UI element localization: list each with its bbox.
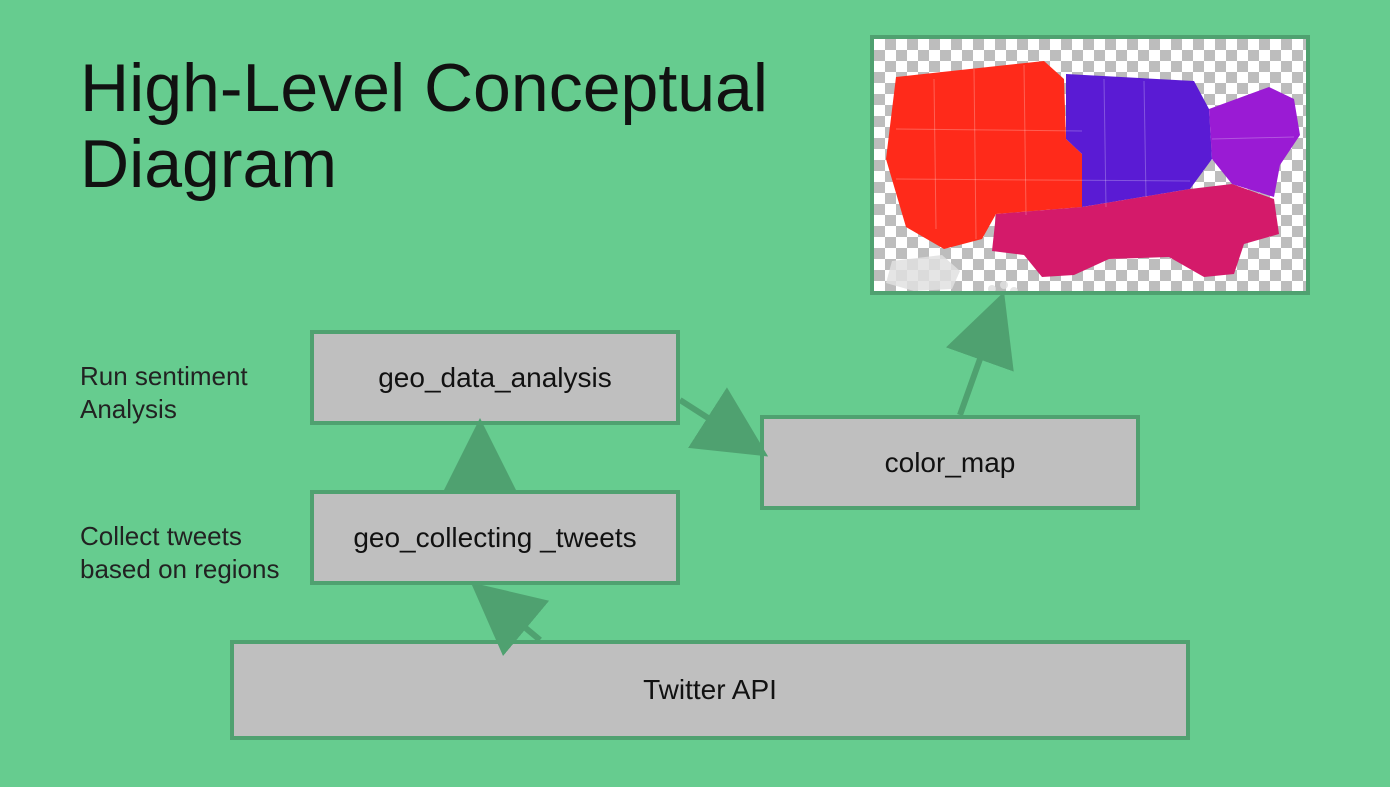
region-hawaii — [988, 281, 1018, 295]
node-geo-collect-label: geo_collecting _tweets — [353, 522, 636, 554]
arrow-analysis-to-colormap — [680, 400, 758, 450]
title-line-1: High-Level Conceptual — [80, 50, 768, 126]
caption-sentiment: Run sentiment Analysis — [80, 360, 248, 425]
arrow-colormap-to-output — [960, 303, 1000, 415]
region-northeast — [1209, 87, 1300, 197]
node-color-map: color_map — [760, 415, 1140, 510]
node-twitter-api: Twitter API — [230, 640, 1190, 740]
title-line-2: Diagram — [80, 126, 337, 202]
output-map-frame — [870, 35, 1310, 295]
diagram-title: High-Level Conceptual Diagram — [80, 50, 768, 202]
caption-collect: Collect tweets based on regions — [80, 520, 279, 585]
node-geo-collect: geo_collecting _tweets — [310, 490, 680, 585]
region-midwest — [1066, 74, 1212, 207]
diagram-stage: High-Level Conceptual Diagram Run sentim… — [0, 0, 1390, 787]
node-twitter-api-label: Twitter API — [643, 674, 777, 706]
node-geo-analysis-label: geo_data_analysis — [378, 362, 612, 394]
us-regions-map — [874, 39, 1310, 295]
node-geo-analysis: geo_data_analysis — [310, 330, 680, 425]
arrow-api-to-collect — [480, 590, 540, 640]
node-color-map-label: color_map — [885, 447, 1016, 479]
region-alaska — [886, 255, 960, 291]
